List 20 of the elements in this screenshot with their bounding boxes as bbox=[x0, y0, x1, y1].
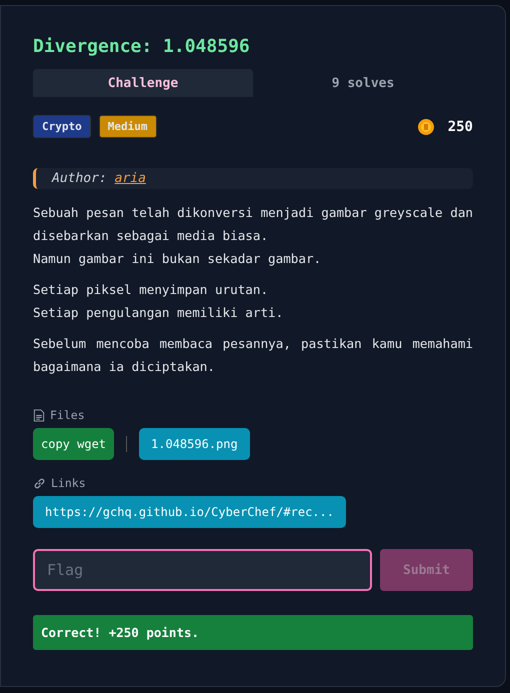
description-paragraph: Sebelum mencoba membaca pesannya, pastikan kamu memahami bagaimana ia diciptakan. bbox=[33, 335, 473, 376]
flag-input[interactable]: Flag bbox=[33, 549, 372, 591]
challenge-title: Divergence: 1.048596 bbox=[33, 36, 251, 57]
author-link[interactable]: aria bbox=[114, 171, 146, 186]
category-tag: Crypto bbox=[33, 115, 91, 138]
links-label: Links bbox=[51, 476, 86, 490]
points-value: 250 bbox=[448, 118, 473, 134]
tab[interactable]: Challenge bbox=[33, 69, 253, 97]
coin-icon bbox=[418, 118, 434, 134]
category-tag: Medium bbox=[98, 115, 156, 138]
description-paragraph: Sebuah pesan telah dikonversi menjadi gambar greyscale dan disebarkan sebagai media biasa. Namun gambar ini bukan sekadar gambar. bbox=[33, 204, 473, 268]
tab[interactable]: 9 solves bbox=[253, 69, 473, 97]
copy-wget-button[interactable]: copy wget bbox=[33, 428, 114, 460]
link-button[interactable]: https://gchq.github.io/CyberChef/#rec... bbox=[33, 496, 346, 528]
file-icon bbox=[33, 408, 45, 422]
files-label: Files bbox=[50, 408, 85, 422]
success-message: Correct! +250 points. bbox=[33, 615, 473, 650]
file-button[interactable]: 1.048596.png bbox=[139, 428, 250, 460]
link-icon bbox=[33, 476, 46, 490]
description-paragraph: Setiap piksel menyimpan urutan. Setiap pengulangan memiliki arti. bbox=[33, 281, 284, 322]
